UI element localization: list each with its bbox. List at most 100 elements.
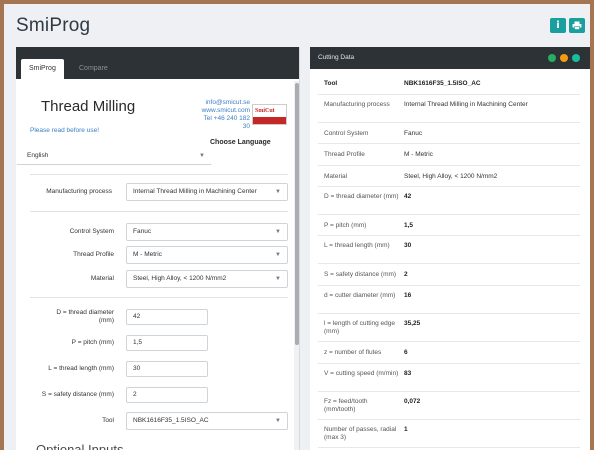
cutting-data-label: z = number of flutes <box>324 349 382 356</box>
cutting-data-value: 35,25 <box>404 320 421 327</box>
contact-email[interactable]: info@smicut.se <box>146 99 250 107</box>
app-title: SmiProg <box>16 15 91 36</box>
smicut-logo: SmiCut <box>252 104 287 125</box>
tool-select[interactable]: NBK1616F35_1.5ISO_AC ▼ <box>126 412 288 430</box>
chevron-down-icon: ▼ <box>275 276 281 282</box>
control-system-select[interactable]: Fanuc ▼ <box>126 223 288 241</box>
thread-diameter-label-line1: D = thread diameter <box>56 309 114 316</box>
chevron-down-icon: ▼ <box>275 229 281 235</box>
manufacturing-process-label: Manufacturing process <box>46 188 112 195</box>
control-system-value: Fanuc <box>133 228 152 235</box>
language-select[interactable]: English ▼ <box>16 147 212 165</box>
table-row: P = pitch (mm) 1,5 <box>318 215 580 236</box>
divider <box>30 211 288 212</box>
cutting-data-value: 83 <box>404 370 412 377</box>
contact-info: info@smicut.se www.smicut.com Tel +46 24… <box>146 99 250 131</box>
cutting-data-value: 0,072 <box>404 398 421 405</box>
cutting-data-label: V = cutting speed (m/min) <box>324 370 399 377</box>
material-value: Steel, High Alloy, < 1200 N/mm2 <box>133 275 227 282</box>
material-label: Material <box>90 275 114 282</box>
table-row: Control System Fanuc <box>318 123 580 144</box>
chevron-down-icon: ▼ <box>199 153 205 159</box>
safety-distance-label: S = safety distance (mm) <box>41 391 114 398</box>
language-value: English <box>27 152 49 159</box>
safety-distance-input[interactable]: 2 <box>126 387 208 403</box>
table-row: Manufacturing process Internal Thread Mil… <box>318 95 580 123</box>
table-row: L = thread length (mm) 30 <box>318 236 580 264</box>
cutting-data-value: 42 <box>404 193 412 200</box>
manufacturing-process-value: Internal Thread Milling in Machining Cen… <box>133 188 257 195</box>
cutting-data-title: Cutting Data <box>318 54 355 61</box>
orange-status-icon[interactable] <box>560 54 568 62</box>
contact-web[interactable]: www.smicut.com <box>146 107 250 115</box>
scrollbar-thumb[interactable] <box>295 83 299 345</box>
table-row: Material Steel, High Alloy, < 1200 N/mm2 <box>318 166 580 187</box>
app-window: SmiProg i SmiProg Compare Thread Milling… <box>4 4 590 450</box>
cutting-data-label: D = thread diameter (mm) <box>324 193 399 200</box>
contact-tel: Tel +46 240 182 <box>203 115 250 122</box>
info-icon: i <box>556 20 560 31</box>
pitch-input[interactable]: 1,5 <box>126 335 208 351</box>
thread-length-input[interactable]: 30 <box>126 361 208 377</box>
divider <box>30 297 288 298</box>
divider <box>30 174 288 175</box>
cutting-data-label: Thread Profile <box>324 151 365 158</box>
cutting-data-value: 6 <box>404 349 408 356</box>
cutting-data-value: 30 <box>404 242 412 249</box>
optional-inputs-heading: Optional Inputs <box>36 442 124 450</box>
cutting-data-value: 1 <box>404 426 408 433</box>
control-system-label: Control System <box>69 228 114 235</box>
tab-compare[interactable]: Compare <box>71 59 116 79</box>
table-row: Fz = feed/tooth (mm/tooth) 0,072 <box>318 392 580 420</box>
manufacturing-process-select[interactable]: Internal Thread Milling in Machining Cen… <box>126 183 288 201</box>
logo-bar <box>253 117 286 124</box>
table-row: z = number of flutes 6 <box>318 342 580 364</box>
material-select[interactable]: Steel, High Alloy, < 1200 N/mm2 ▼ <box>126 270 288 288</box>
table-row: d = cutter diameter (mm) 16 <box>318 286 580 314</box>
tab-bar: SmiProg Compare <box>16 47 299 79</box>
page-title: Thread Milling <box>41 98 136 115</box>
cutting-data-value: NBK1616F35_1.5ISO_AC <box>404 80 481 87</box>
logo-text: SmiCut <box>255 108 275 114</box>
table-row: Number of passes, radial (max 3) 1 <box>318 420 580 448</box>
contact-tel-cont: 30 <box>242 123 250 130</box>
cutting-data-label: P = pitch (mm) <box>324 222 367 229</box>
thread-diameter-input[interactable]: 42 <box>126 309 208 325</box>
thread-profile-value: M - Metric <box>133 251 162 258</box>
cutting-data-label: L = thread length (mm) <box>324 242 390 249</box>
green-status-icon[interactable] <box>548 54 556 62</box>
cutting-data-label: Control System <box>324 130 369 137</box>
tab-smiprog[interactable]: SmiProg <box>21 59 64 79</box>
read-before-use-link[interactable]: Please read before use! <box>30 127 99 134</box>
cutting-data-panel: Cutting Data Tool NBK1616F35_1.5ISO_AC Man… <box>310 47 590 450</box>
table-row: D = thread diameter (mm) 42 <box>318 187 580 215</box>
cutting-data-value: Internal Thread Milling in Machining Cen… <box>404 101 528 108</box>
tool-label: Tool <box>102 417 114 424</box>
info-button[interactable]: i <box>550 18 566 33</box>
input-panel: SmiProg Compare Thread Milling Please re… <box>16 47 300 450</box>
pitch-label: P = pitch (mm) <box>71 339 114 346</box>
cutting-data-label: Fz = feed/tooth (mm/tooth) <box>324 398 368 413</box>
cutting-data-value: 2 <box>404 271 408 278</box>
table-row: l = length of cutting edge (mm) 35,25 <box>318 314 580 342</box>
cutting-data-value: 16 <box>404 292 412 299</box>
cutting-data-label: Manufacturing process <box>324 101 390 108</box>
thread-diameter-label: D = thread diameter (mm) <box>16 309 114 325</box>
cutting-data-label: d = cutter diameter (mm) <box>324 292 396 299</box>
table-row: S = safety distance (mm) 2 <box>318 264 580 286</box>
cutting-data-value: Steel, High Alloy, < 1200 N/mm2 <box>404 173 498 180</box>
table-row: Tool NBK1616F35_1.5ISO_AC <box>318 73 580 95</box>
cutting-data-value: 1,5 <box>404 222 414 229</box>
thread-profile-select[interactable]: M - Metric ▼ <box>126 246 288 264</box>
thread-length-label: L = thread length (mm) <box>48 365 114 372</box>
print-button[interactable] <box>569 18 585 33</box>
cutting-data-value: M - Metric <box>404 151 433 158</box>
cutting-data-label: Material <box>324 173 348 180</box>
cutting-data-label: Number of passes, radial (max 3) <box>324 426 397 441</box>
cutting-data-label: l = length of cutting edge (mm) <box>324 320 396 335</box>
thread-profile-label: Thread Profile <box>73 251 114 258</box>
tool-value: NBK1616F35_1.5ISO_AC <box>133 417 209 424</box>
chevron-down-icon: ▼ <box>275 189 281 195</box>
teal-status-icon[interactable] <box>572 54 580 62</box>
chevron-down-icon: ▼ <box>275 418 281 424</box>
